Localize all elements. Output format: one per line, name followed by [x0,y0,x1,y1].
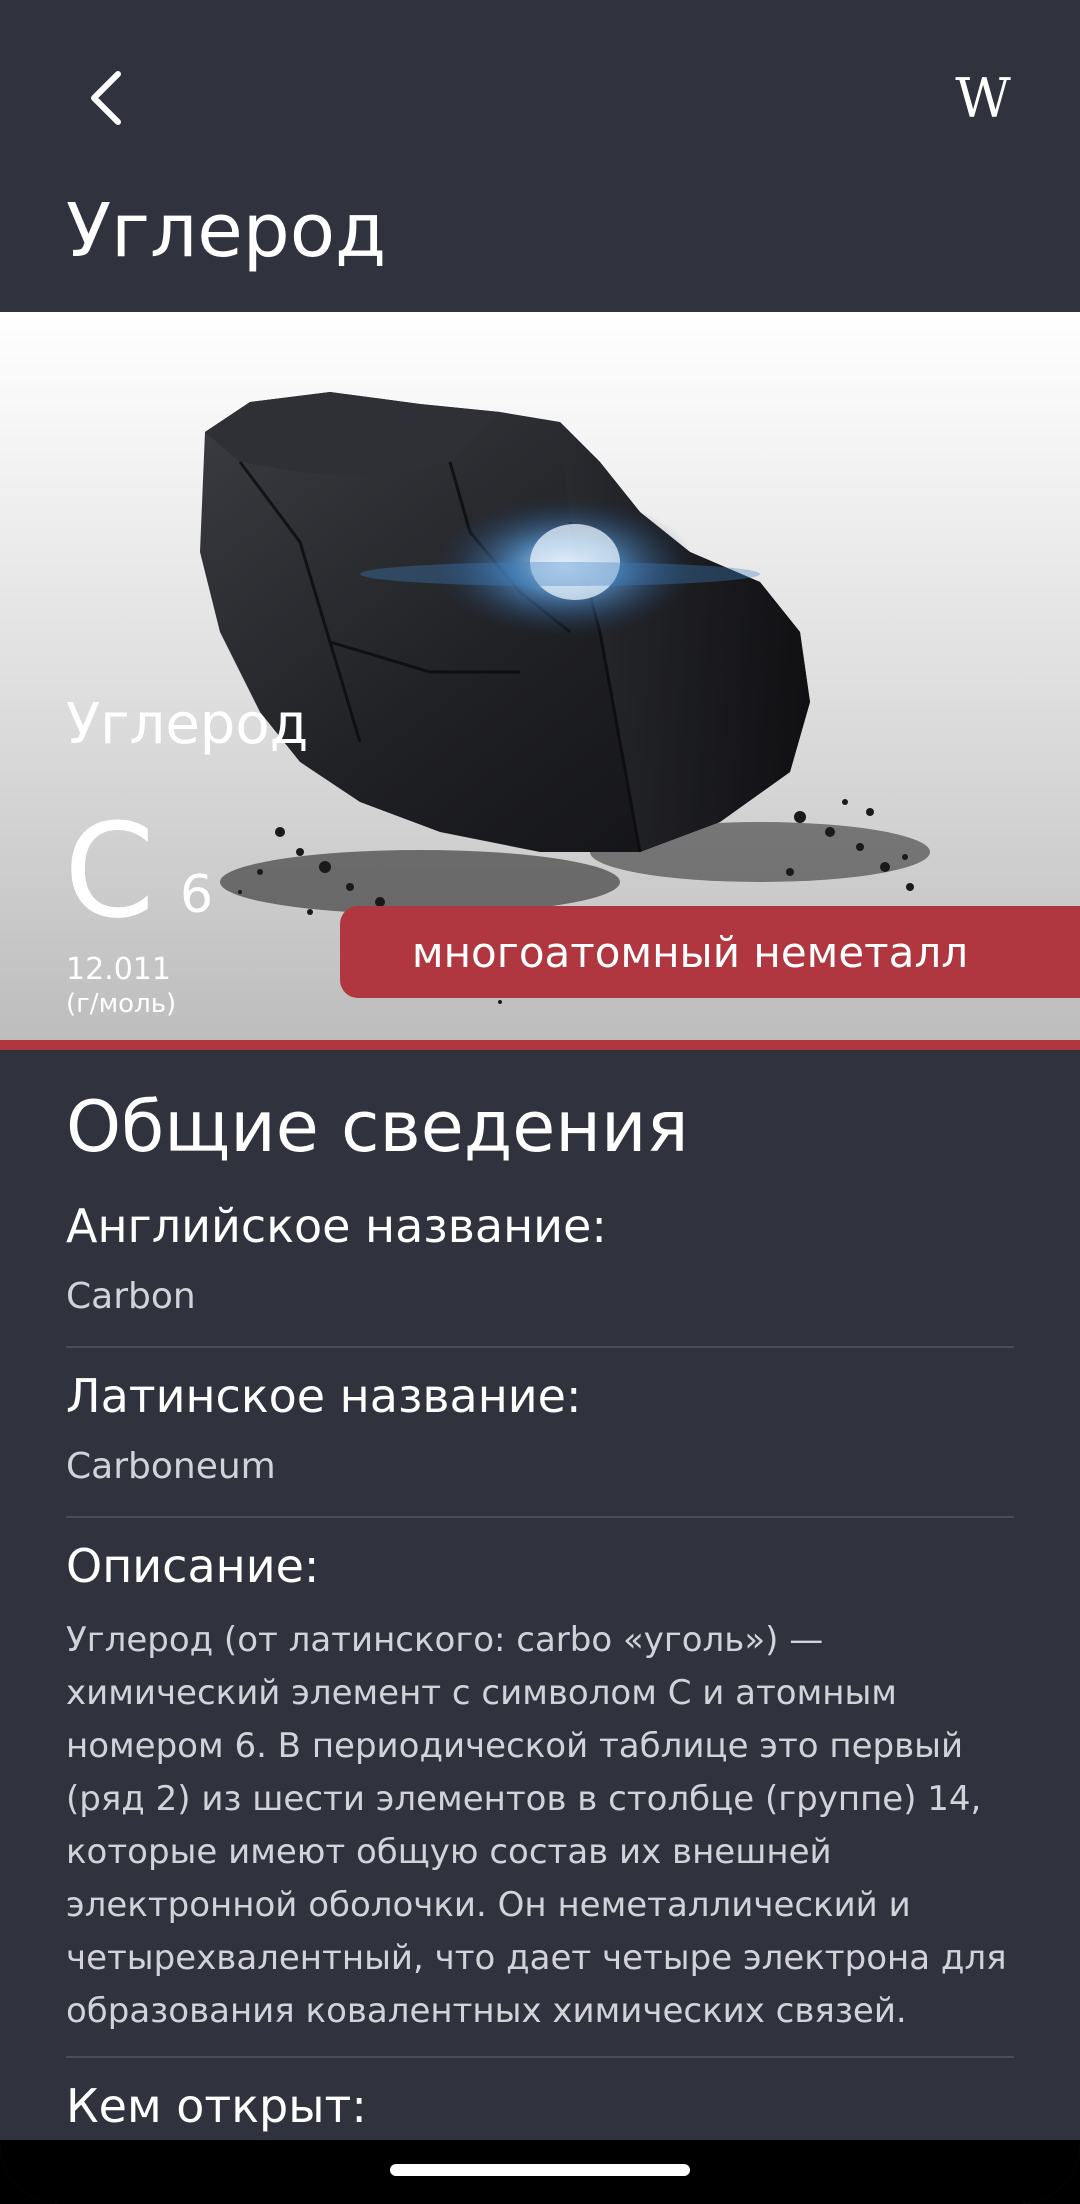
element-name: Углерод [66,692,309,757]
wikipedia-icon: W [955,66,1010,130]
category-label: многоатомный неметалл [411,927,969,977]
divider [66,2056,1014,2058]
screen: W Углерод Углерод C 6 12.011 (г/моль) мн… [0,0,1080,2204]
atomic-number: 6 [180,865,214,925]
description-label: Описание: [66,1539,320,1593]
description-text: Углерод (от латинского: carbo «уголь») —… [66,1620,1007,2031]
section-title: Общие сведения [66,1086,689,1168]
page-title: Углерод [66,188,387,274]
english-name-label: Английское название: [66,1199,607,1253]
latin-name-value: Carboneum [66,1446,276,1487]
wikipedia-button[interactable]: W [940,58,1020,138]
latin-name-label: Латинское название: [66,1369,582,1423]
category-badge[interactable]: многоатомный неметалл [340,906,1080,998]
english-name-value: Carbon [66,1276,196,1317]
divider [66,1516,1014,1518]
app-bar: W Углерод [0,0,1080,312]
home-indicator[interactable] [390,2164,690,2176]
discovered-by-label: Кем открыт: [66,2079,367,2133]
chevron-left-icon [91,71,121,125]
element-hero: Углерод C 6 12.011 (г/моль) многоатомный… [0,312,1080,1040]
atomic-mass: 12.011 [66,952,171,987]
back-button[interactable] [66,58,146,138]
divider [66,1346,1014,1348]
accent-divider [0,1040,1080,1050]
element-symbol: C [64,795,155,947]
atomic-mass-unit: (г/моль) [66,989,177,1019]
